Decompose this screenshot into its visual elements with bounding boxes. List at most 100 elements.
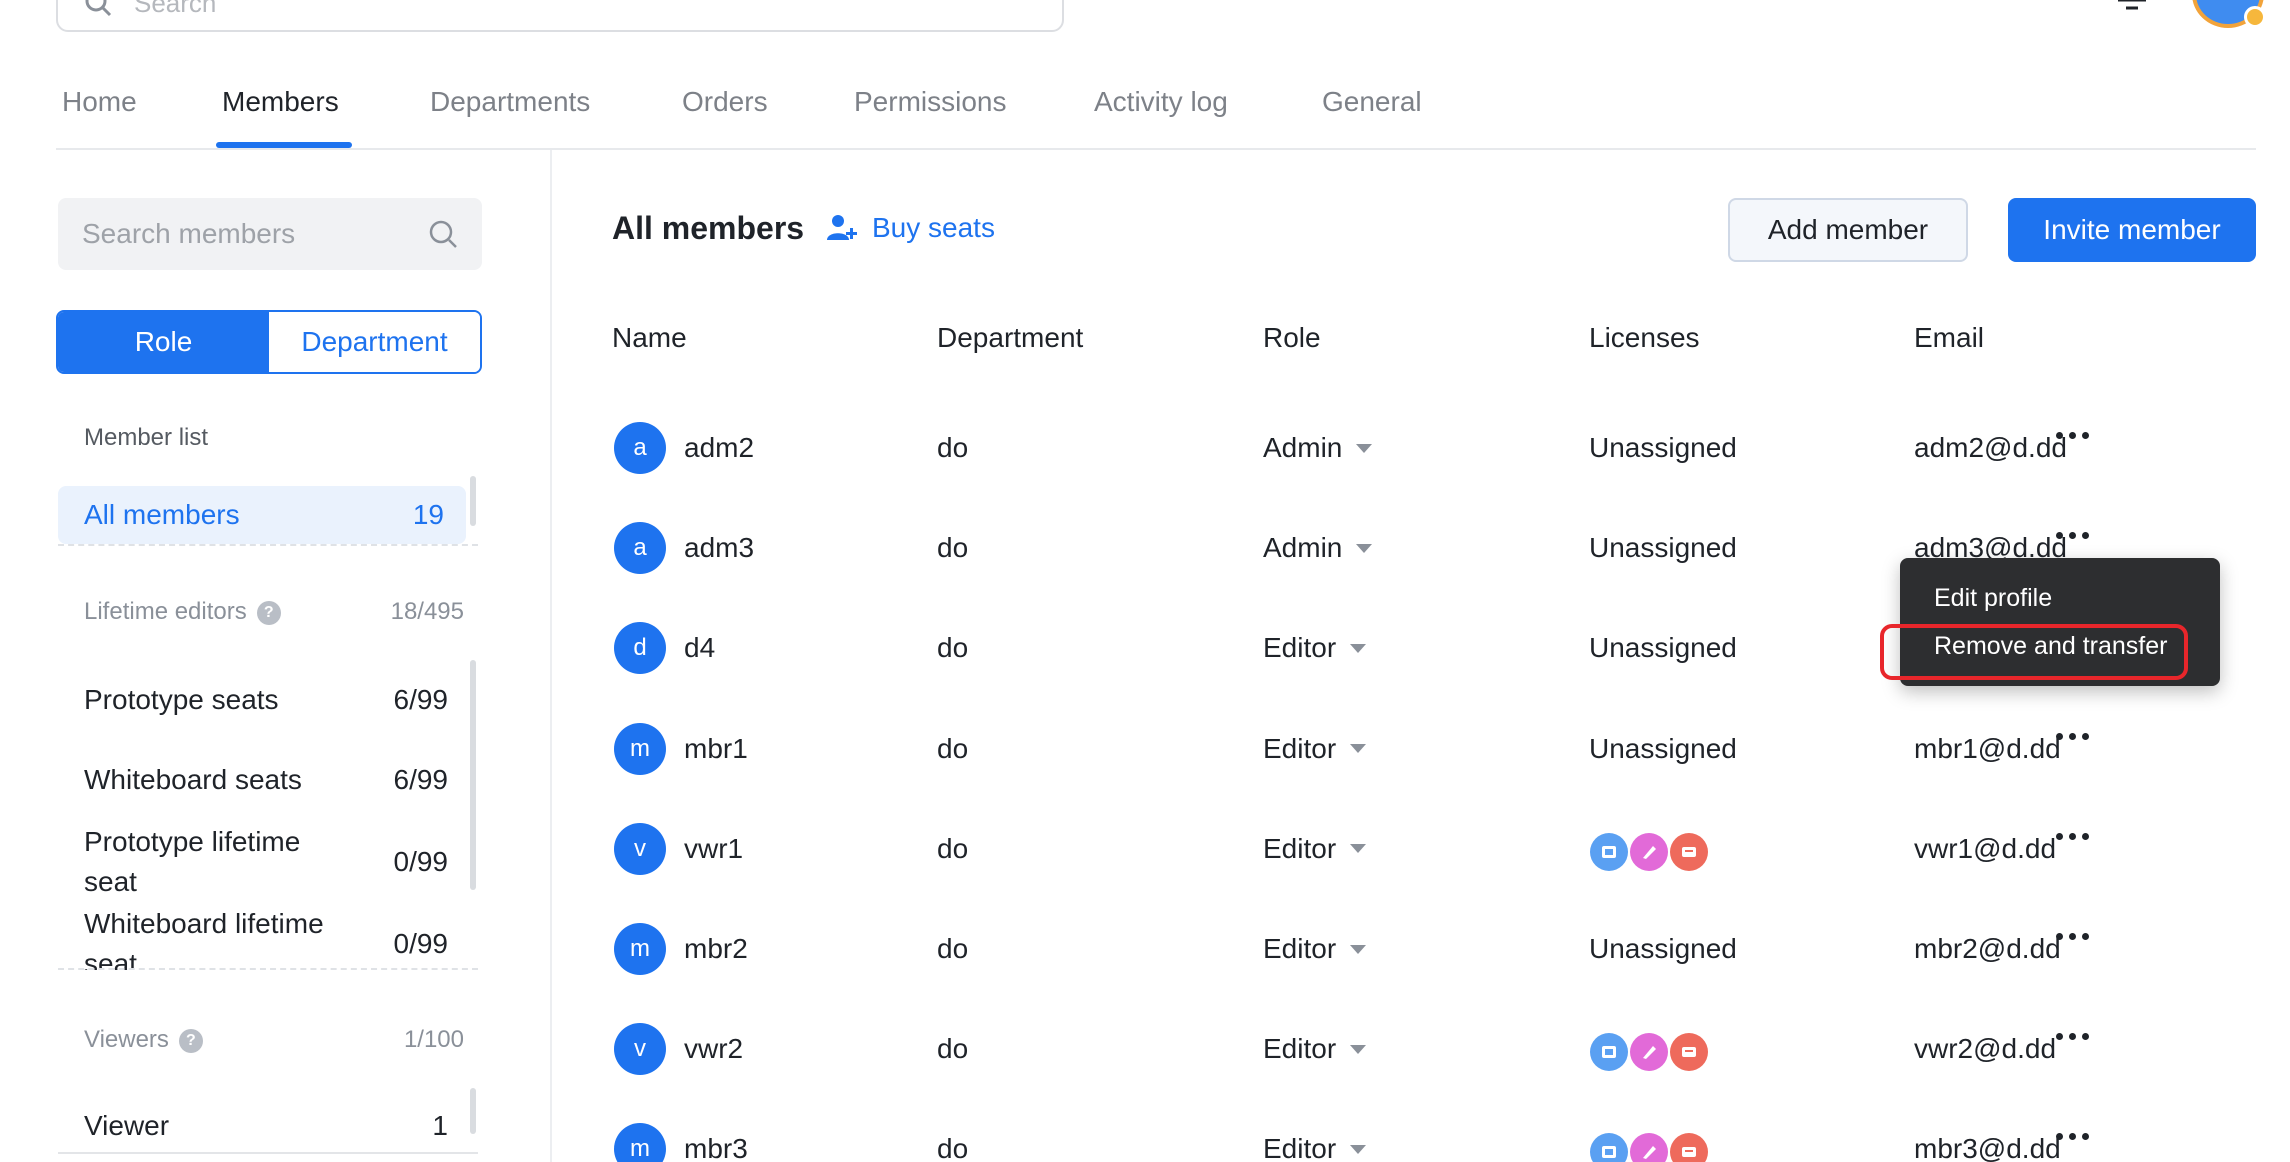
- member-search-placeholder: Search members: [82, 218, 296, 249]
- add-member-button[interactable]: Add member: [1728, 198, 1968, 262]
- table-row[interactable]: v vwr2 do Editor vwr2@d.dd: [612, 999, 2242, 1099]
- license-status: Unassigned: [1589, 933, 1737, 964]
- member-email: mbr2@d.dd: [1914, 933, 2061, 964]
- member-name: d4: [684, 632, 716, 664]
- viewers-label: Viewers: [84, 1026, 169, 1053]
- sidebar-item-prototype-lifetime-seat[interactable]: Prototype lifetime seat 0/99: [84, 822, 448, 902]
- role-value: Editor: [1263, 1133, 1337, 1162]
- sidebar-item-whiteboard-lifetime-seat[interactable]: Whiteboard lifetime seat 0/99: [84, 904, 448, 970]
- scrollbar[interactable]: [470, 1088, 476, 1134]
- tab-permissions[interactable]: Permissions: [854, 86, 1006, 118]
- member-search-input[interactable]: Search members: [58, 198, 482, 270]
- viewers-count: 1/100: [403, 1026, 464, 1053]
- scrollbar[interactable]: [470, 476, 476, 526]
- tab-members[interactable]: Members: [222, 86, 339, 118]
- table-row[interactable]: m mbr3 do Editor mbr3@d.dd: [612, 1099, 2242, 1162]
- menu-item-edit-profile[interactable]: Edit profile: [1934, 584, 2052, 613]
- license-icons: [1590, 832, 1710, 871]
- tab-general[interactable]: General: [1322, 86, 1422, 118]
- avatar: a: [614, 422, 666, 474]
- role-dropdown[interactable]: Admin: [1263, 532, 1373, 564]
- more-icon[interactable]: [2056, 832, 2089, 840]
- buy-seats-link[interactable]: Buy seats: [826, 212, 995, 244]
- member-email: vwr1@d.dd: [1914, 832, 2057, 864]
- help-icon[interactable]: ?: [178, 1028, 203, 1053]
- member-list-heading: Member list: [84, 424, 209, 451]
- invite-member-button[interactable]: Invite member: [2008, 198, 2256, 262]
- more-icon[interactable]: [2056, 1133, 2089, 1141]
- chevron-down-icon: [1350, 744, 1367, 754]
- chevron-down-icon: [1350, 1044, 1367, 1054]
- table-row[interactable]: m mbr2 do Editor Unassigned mbr2@d.dd: [612, 899, 2242, 999]
- bell-icon[interactable]: [2114, 0, 2150, 10]
- more-icon[interactable]: [2056, 732, 2089, 740]
- column-header-licenses[interactable]: Licenses: [1589, 322, 1700, 354]
- seat-label: Whiteboard seats: [84, 764, 302, 795]
- column-header-email[interactable]: Email: [1914, 322, 1984, 354]
- avatar: m: [614, 722, 666, 775]
- table-row[interactable]: a adm2 do Admin Unassigned adm2@d.dd: [612, 398, 2242, 498]
- table-row[interactable]: m mbr1 do Editor Unassigned mbr1@d.dd: [612, 699, 2242, 799]
- chevron-down-icon: [1350, 844, 1367, 854]
- buy-seats-label: Buy seats: [872, 212, 995, 243]
- prototype-license-icon: [1590, 1033, 1628, 1072]
- license-icons: [1590, 1033, 1710, 1072]
- table-row[interactable]: v vwr1 do Editor vwr1@d.dd: [612, 799, 2242, 899]
- member-email: mbr3@d.dd: [1914, 1133, 2061, 1162]
- search-icon[interactable]: [428, 219, 458, 249]
- help-icon[interactable]: ?: [256, 600, 281, 625]
- tab-departments[interactable]: Departments: [430, 86, 590, 118]
- tab-orders[interactable]: Orders: [682, 86, 768, 118]
- tab-activity-log[interactable]: Activity log: [1094, 86, 1228, 118]
- sidebar-item-prototype-seats[interactable]: Prototype seats 6/99: [84, 684, 448, 716]
- role-value: Editor: [1263, 732, 1337, 764]
- member-name: vwr1: [684, 832, 744, 864]
- role-value: Editor: [1263, 632, 1337, 664]
- avatar: d: [614, 622, 666, 675]
- user-avatar[interactable]: [2192, 0, 2266, 28]
- whiteboard-license-icon: [1630, 1033, 1668, 1072]
- more-icon[interactable]: [2056, 532, 2089, 540]
- tab-home[interactable]: Home: [62, 86, 137, 118]
- divider: [58, 1152, 478, 1154]
- active-tab-indicator: [216, 142, 352, 148]
- sidebar-item-whiteboard-seats[interactable]: Whiteboard seats 6/99: [84, 764, 448, 796]
- global-search-input[interactable]: Search: [56, 0, 1064, 32]
- seat-label: Prototype seats: [84, 684, 279, 715]
- seat-count: 0/99: [393, 846, 449, 877]
- role-dropdown[interactable]: Admin: [1263, 432, 1373, 464]
- toggle-department[interactable]: Department: [269, 312, 480, 372]
- seat-count: 6/99: [393, 764, 449, 795]
- member-department: do: [937, 1033, 969, 1065]
- role-dropdown[interactable]: Editor: [1263, 933, 1367, 965]
- more-icon[interactable]: [2056, 432, 2089, 439]
- sidebar-item-all-members[interactable]: All members 19: [58, 486, 466, 544]
- toggle-role[interactable]: Role: [58, 312, 269, 372]
- seat-label: Prototype lifetime seat: [84, 826, 301, 897]
- more-icon[interactable]: [2056, 1033, 2089, 1041]
- role-dropdown[interactable]: Editor: [1263, 632, 1367, 664]
- license-status: Unassigned: [1589, 632, 1737, 664]
- seat-label: Whiteboard lifetime seat: [84, 908, 324, 970]
- member-name: mbr2: [684, 933, 748, 964]
- license-icons: [1590, 1133, 1710, 1162]
- chevron-down-icon: [1350, 643, 1367, 653]
- role-dropdown[interactable]: Editor: [1263, 1133, 1367, 1162]
- column-header-name[interactable]: Name: [612, 322, 687, 354]
- member-department: do: [937, 432, 969, 463]
- role-dropdown[interactable]: Editor: [1263, 833, 1367, 865]
- group-by-toggle: Role Department: [56, 310, 482, 374]
- slides-license-icon: [1670, 1133, 1708, 1162]
- member-department: do: [937, 732, 969, 764]
- role-dropdown[interactable]: Editor: [1263, 732, 1367, 765]
- seat-count: 6/99: [393, 684, 449, 715]
- license-status: Unassigned: [1589, 532, 1737, 564]
- all-members-count: 19: [412, 499, 444, 530]
- annotation-highlight: [1880, 624, 2188, 680]
- more-icon[interactable]: [2056, 933, 2089, 940]
- sidebar-item-viewer[interactable]: Viewer 1: [84, 1110, 448, 1142]
- scrollbar[interactable]: [470, 660, 476, 890]
- role-dropdown[interactable]: Editor: [1263, 1033, 1367, 1065]
- column-header-role[interactable]: Role: [1263, 322, 1321, 354]
- column-header-department[interactable]: Department: [937, 322, 1083, 354]
